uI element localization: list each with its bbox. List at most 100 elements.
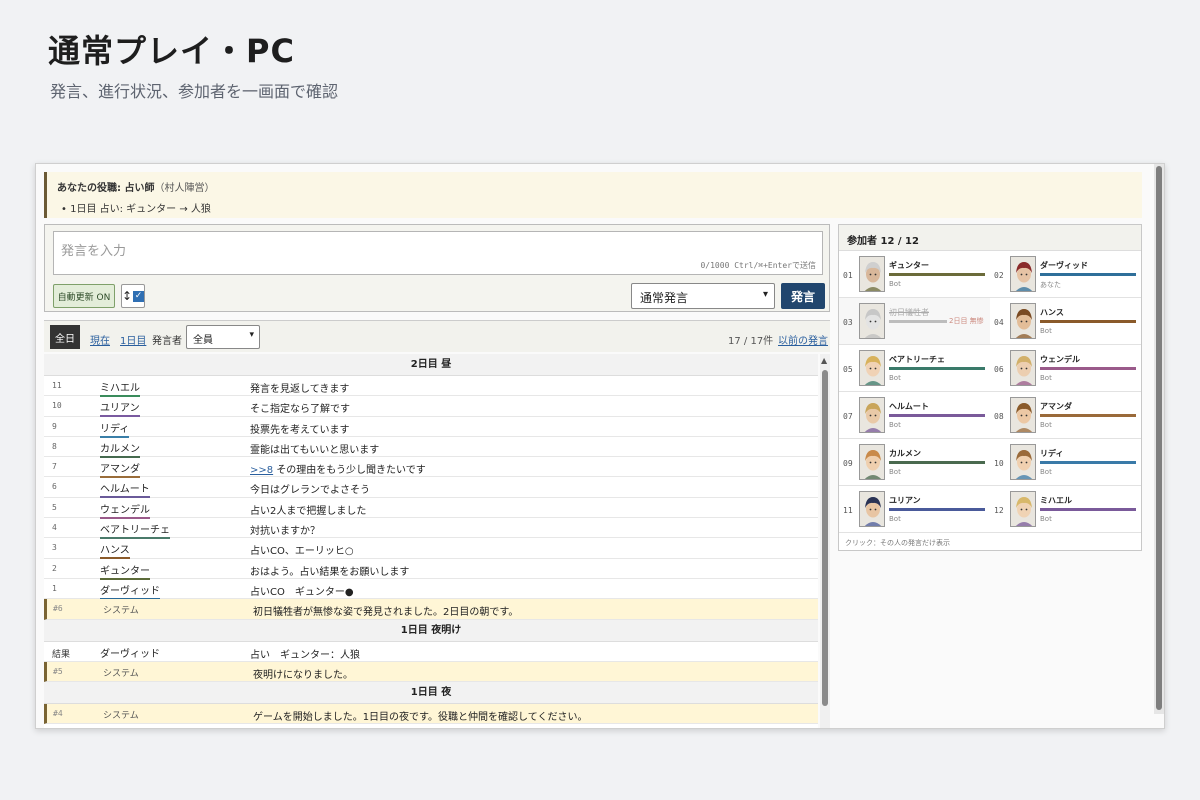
system-message-row: #4 システム ゲームを開始しました。1日目の夜です。役職と仲間を確認してくださ… (44, 704, 818, 725)
participant-card[interactable]: 06 ウェンデル Bot (990, 345, 1141, 392)
message-number: 5 (52, 502, 57, 512)
log-scroll-thumb[interactable] (822, 370, 828, 706)
speaker-filter-label: 発言者 (152, 336, 182, 347)
participant-card[interactable]: 08 アマンダ Bot (990, 392, 1141, 439)
participant-number: 02 (994, 271, 1004, 280)
participant-name: ベアトリーチェ (889, 355, 945, 364)
scroll-up-icon[interactable]: ▲ (821, 356, 827, 365)
speech-mode-select[interactable]: 通常発言 ▾ (631, 283, 775, 309)
avatar (1010, 256, 1036, 292)
participant-name: ヘルムート (889, 402, 929, 411)
auto-refresh-toggle[interactable]: 自動更新 ON (53, 284, 115, 308)
message-text: >>8 その理由をもう少し聞きたいです (250, 465, 426, 477)
speaker-name[interactable]: アマンダ (100, 460, 140, 479)
participant-color-bar (889, 414, 985, 417)
message-number: 7 (52, 462, 57, 472)
message-placeholder: 発言を入力 (61, 244, 127, 259)
message-number: 2 (52, 563, 57, 573)
participant-card[interactable]: 05 ベアトリーチェ Bot (839, 345, 990, 392)
message-text: 占いCO、エーリッヒ○ (250, 546, 354, 558)
participant-card[interactable]: 03 初日犠牲者 2日目 無惨 (839, 298, 990, 345)
participant-card[interactable]: 10 リディ Bot (990, 439, 1141, 486)
speaker-name[interactable]: ベアトリーチェ (100, 521, 170, 540)
system-message-row: #5 システム 夜明けになりました。 (44, 661, 818, 683)
message-text: そこ指定なら了解です (250, 404, 350, 416)
day-header: 1日目 夜 (44, 682, 818, 705)
checkbox-icon: ✓ (133, 290, 144, 302)
message-number: 3 (52, 543, 57, 553)
reply-anchor-link[interactable]: >>8 (250, 465, 273, 476)
participant-card[interactable]: 01 ギュンター Bot (839, 251, 990, 298)
submit-speech-button[interactable]: 発言 (781, 283, 825, 309)
participant-card[interactable]: 11 ユリアン Bot (839, 486, 990, 533)
avatar (1010, 444, 1036, 480)
speech-mode-value: 通常発言 (640, 291, 689, 305)
message-row: 6 ヘルムート 今日はグレランでよさそう (44, 477, 818, 499)
speaker-name[interactable]: ギュンター (100, 562, 150, 580)
speaker-name[interactable]: ユリアン (100, 399, 140, 418)
participant-card[interactable]: 02 ダーヴィッド あなた (990, 251, 1141, 298)
older-messages-link[interactable]: 以前の発言 (778, 332, 828, 347)
message-text: 今日はグレランでよさそう (250, 485, 370, 497)
log-scrollbar[interactable]: ▲ (820, 354, 830, 728)
message-text: 投票先を考えています (250, 424, 350, 436)
page-scroll-thumb[interactable] (1156, 166, 1162, 710)
message-input[interactable]: 発言を入力 0/1000 Ctrl/⌘+Enterで送信 (53, 231, 823, 275)
speaker-name[interactable]: ダーヴィッド (100, 582, 160, 600)
day-header: 2日目 昼 (44, 354, 818, 376)
game-screen: あなたの役職: 占い師（村人陣営） • 1日目 占い: ギュンター → 人狼 発… (35, 163, 1165, 729)
speaker-name[interactable]: リディ (100, 420, 130, 438)
participant-color-bar (1040, 273, 1136, 276)
avatar (859, 256, 885, 292)
message-text: 対抗いますか？ (250, 526, 320, 538)
participant-card[interactable]: 04 ハンス Bot (990, 298, 1141, 345)
message-number: 9 (52, 421, 57, 431)
message-row: 3 ハンス 占いCO、エーリッヒ○ (44, 538, 818, 560)
filter-current[interactable]: 現在 (90, 332, 110, 347)
speaker-name[interactable]: カルメン (100, 440, 140, 458)
participant-number: 11 (843, 506, 853, 515)
page-scrollbar[interactable] (1154, 164, 1164, 714)
message-number: 11 (52, 381, 62, 390)
participant-color-bar (889, 273, 985, 276)
participant-type: Bot (1040, 374, 1052, 382)
avatar (1010, 350, 1036, 386)
participant-card[interactable]: 12 ミハエル Bot (990, 486, 1141, 533)
role-team: （村人陣営） (154, 183, 215, 194)
message-text: 霊能は出てもいいと思います (250, 444, 380, 456)
avatar (859, 350, 885, 386)
participant-name: ミハエル (1040, 496, 1072, 505)
participant-type: Bot (889, 468, 901, 476)
message-row: 2 ギュンター おはよう。占い結果をお願いします (44, 559, 818, 580)
speaker-select[interactable]: 全員 ▾ (186, 325, 260, 349)
participant-color-bar (1040, 414, 1136, 417)
message-log[interactable]: 2日目 昼 11 ミハエル 発言を見返してきます 10 ユリアン そこ指定なら了解です 9 リ… (44, 354, 818, 728)
avatar (859, 491, 885, 527)
participant-number: 04 (994, 318, 1004, 327)
avatar (1010, 491, 1036, 527)
participant-name: ハンス (1040, 308, 1064, 317)
participant-number: 09 (843, 459, 853, 468)
participant-color-bar (889, 367, 985, 370)
participant-card[interactable]: 09 カルメン Bot (839, 439, 990, 486)
participant-card[interactable]: 07 ヘルムート Bot (839, 392, 990, 439)
avatar (859, 303, 885, 339)
message-row: 4 ベアトリーチェ 対抗いますか？ (44, 518, 818, 540)
participant-type: Bot (889, 515, 901, 523)
participant-type: Bot (1040, 468, 1052, 476)
filter-all-days[interactable]: 全日 (50, 325, 80, 349)
filter-day1[interactable]: 1日目 (120, 332, 146, 347)
speaker-name[interactable]: ヘルムート (100, 480, 150, 499)
speaker-name[interactable]: ハンス (100, 541, 130, 560)
page-subtitle: 発言、進行状況、参加者を一画面で確認 (50, 82, 339, 101)
participant-name: ギュンター (889, 261, 929, 270)
message-text: 占い2人まで把握しました (250, 505, 367, 517)
participant-type: Bot (889, 421, 901, 429)
message-row: 5 ウェンデル 占い2人まで把握しました (44, 498, 818, 519)
speaker-name[interactable]: ウェンデル (100, 501, 150, 519)
speaker-name[interactable]: ミハエル (100, 379, 140, 397)
auto-scroll-toggle[interactable]: ↕ ✓ (121, 284, 145, 308)
avatar (859, 397, 885, 433)
chevron-down-icon: ▾ (762, 289, 768, 300)
chevron-down-icon: ▾ (249, 330, 254, 340)
